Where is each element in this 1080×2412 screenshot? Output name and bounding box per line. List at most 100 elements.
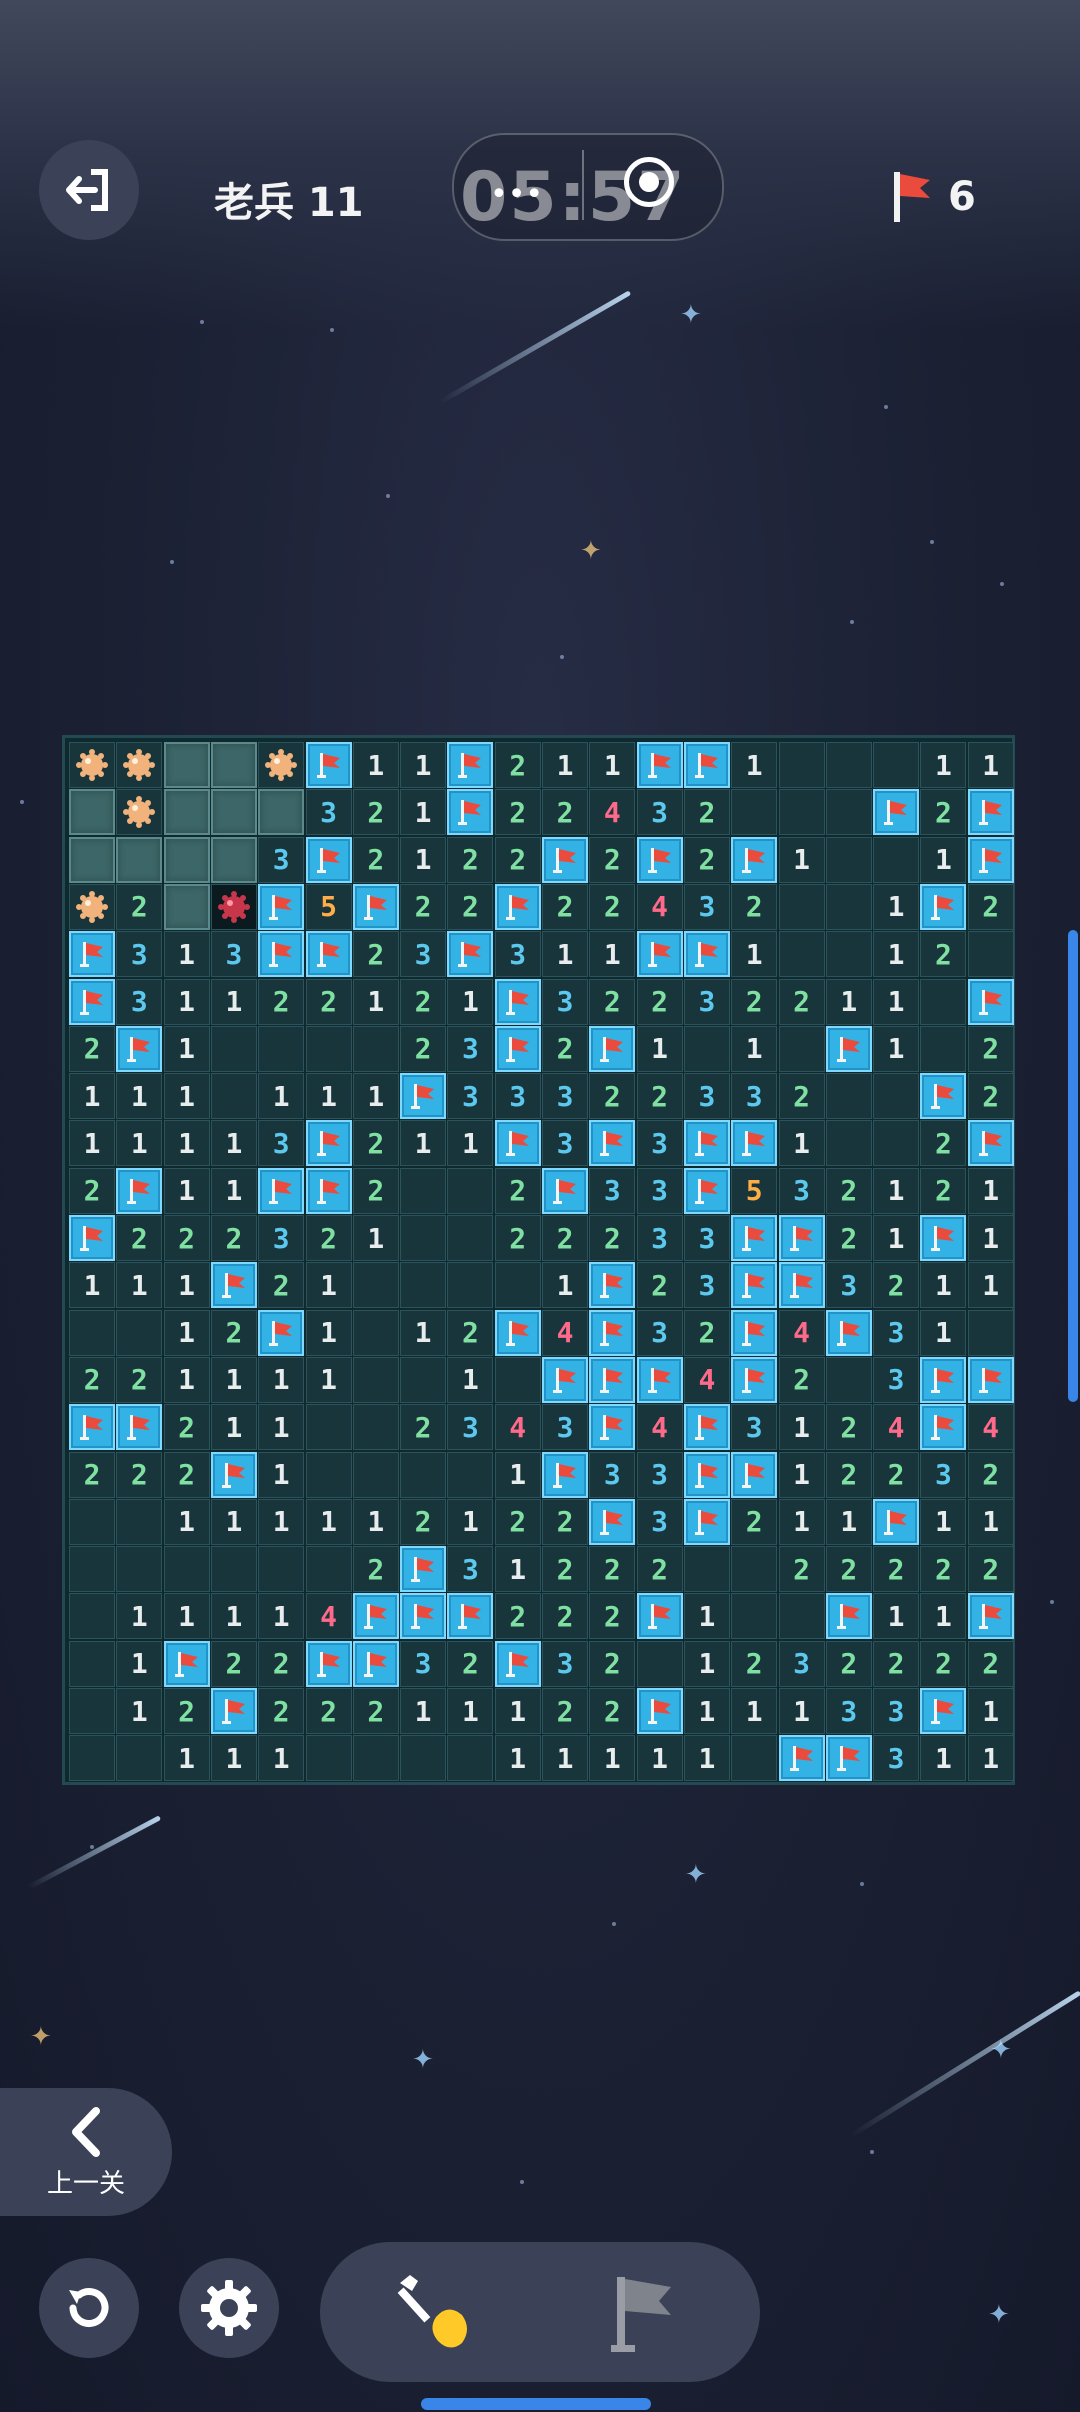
- flagged-cell[interactable]: [494, 1309, 541, 1356]
- number-cell[interactable]: 1: [873, 1215, 920, 1261]
- number-cell[interactable]: 1: [116, 1262, 163, 1309]
- pause-dots-icon[interactable]: •••: [490, 177, 543, 212]
- empty-cell[interactable]: [494, 1356, 541, 1403]
- number-cell[interactable]: 2: [683, 836, 730, 883]
- number-cell[interactable]: 2: [494, 789, 541, 836]
- flagged-cell[interactable]: [116, 1167, 163, 1214]
- number-cell[interactable]: 2: [163, 1404, 210, 1451]
- record-icon[interactable]: [624, 157, 674, 207]
- number-cell[interactable]: 3: [494, 1073, 541, 1120]
- number-cell[interactable]: 2: [69, 1451, 115, 1498]
- empty-cell[interactable]: [731, 1593, 778, 1640]
- empty-cell[interactable]: [400, 1356, 447, 1403]
- flagged-cell[interactable]: [683, 1498, 730, 1545]
- empty-cell[interactable]: [731, 1735, 778, 1782]
- number-cell[interactable]: 3: [683, 978, 730, 1025]
- number-cell[interactable]: 1: [967, 1688, 1014, 1734]
- number-cell[interactable]: 2: [825, 1640, 872, 1687]
- flagged-cell[interactable]: [731, 1309, 778, 1356]
- number-cell[interactable]: 3: [258, 836, 305, 883]
- number-cell[interactable]: 2: [636, 978, 683, 1025]
- number-cell[interactable]: 1: [920, 1498, 967, 1545]
- number-cell[interactable]: 2: [400, 883, 447, 930]
- empty-cell[interactable]: [825, 1073, 872, 1120]
- number-cell[interactable]: 3: [589, 1167, 636, 1214]
- number-cell[interactable]: 2: [920, 931, 967, 978]
- number-cell[interactable]: 2: [69, 1356, 115, 1403]
- dig-tool-button[interactable]: [380, 2262, 490, 2362]
- home-indicator[interactable]: [421, 2398, 651, 2410]
- number-cell[interactable]: 4: [683, 1356, 730, 1403]
- scroll-indicator[interactable]: [1068, 930, 1078, 1402]
- number-cell[interactable]: 2: [542, 1688, 588, 1734]
- empty-cell[interactable]: [447, 1262, 494, 1309]
- empty-cell[interactable]: [920, 1025, 967, 1072]
- number-cell[interactable]: 2: [778, 1073, 825, 1120]
- empty-cell[interactable]: [683, 1025, 730, 1072]
- number-cell[interactable]: 2: [636, 1262, 683, 1309]
- restart-button[interactable]: [39, 2258, 139, 2358]
- number-cell[interactable]: 1: [116, 1640, 163, 1687]
- empty-cell[interactable]: [825, 742, 872, 788]
- number-cell[interactable]: 2: [352, 1120, 399, 1167]
- number-cell[interactable]: 3: [542, 1120, 588, 1167]
- number-cell[interactable]: 2: [352, 1167, 399, 1214]
- number-cell[interactable]: 1: [920, 836, 967, 883]
- empty-cell[interactable]: [825, 883, 872, 930]
- number-cell[interactable]: 1: [494, 1735, 541, 1782]
- flagged-cell[interactable]: [683, 1451, 730, 1498]
- number-cell[interactable]: 4: [589, 789, 636, 836]
- empty-cell[interactable]: [873, 742, 920, 788]
- number-cell[interactable]: 2: [447, 1309, 494, 1356]
- number-cell[interactable]: 2: [589, 836, 636, 883]
- number-cell[interactable]: 2: [542, 883, 588, 930]
- flagged-cell[interactable]: [69, 931, 115, 978]
- flagged-cell[interactable]: [210, 1451, 257, 1498]
- number-cell[interactable]: 1: [967, 1167, 1014, 1214]
- empty-cell[interactable]: [778, 1593, 825, 1640]
- number-cell[interactable]: 3: [589, 1451, 636, 1498]
- number-cell[interactable]: 3: [873, 1688, 920, 1734]
- mine-cell[interactable]: [116, 789, 163, 836]
- hidden-cell[interactable]: [69, 789, 115, 836]
- empty-cell[interactable]: [447, 1167, 494, 1214]
- empty-cell[interactable]: [731, 789, 778, 836]
- number-cell[interactable]: 4: [305, 1593, 352, 1640]
- number-cell[interactable]: 2: [305, 1688, 352, 1734]
- number-cell[interactable]: 1: [163, 1735, 210, 1782]
- flagged-cell[interactable]: [352, 883, 399, 930]
- flagged-cell[interactable]: [731, 1262, 778, 1309]
- empty-cell[interactable]: [731, 1546, 778, 1593]
- number-cell[interactable]: 3: [731, 1404, 778, 1451]
- flagged-cell[interactable]: [589, 1404, 636, 1451]
- number-cell[interactable]: 2: [447, 836, 494, 883]
- flag-tool-button[interactable]: [590, 2262, 700, 2362]
- number-cell[interactable]: 2: [920, 1120, 967, 1167]
- number-cell[interactable]: 1: [920, 1262, 967, 1309]
- flagged-cell[interactable]: [636, 742, 683, 788]
- flagged-cell[interactable]: [258, 1309, 305, 1356]
- number-cell[interactable]: 1: [163, 1356, 210, 1403]
- number-cell[interactable]: 2: [494, 1167, 541, 1214]
- number-cell[interactable]: 3: [873, 1356, 920, 1403]
- number-cell[interactable]: 3: [447, 1073, 494, 1120]
- flagged-cell[interactable]: [447, 742, 494, 788]
- number-cell[interactable]: 2: [873, 1640, 920, 1687]
- hidden-cell[interactable]: [116, 836, 163, 883]
- mine-cell[interactable]: [69, 883, 115, 930]
- number-cell[interactable]: 1: [494, 1451, 541, 1498]
- number-cell[interactable]: 1: [352, 1073, 399, 1120]
- number-cell[interactable]: 2: [542, 1546, 588, 1593]
- empty-cell[interactable]: [400, 1215, 447, 1261]
- number-cell[interactable]: 1: [778, 1404, 825, 1451]
- empty-cell[interactable]: [825, 789, 872, 836]
- flagged-cell[interactable]: [116, 1404, 163, 1451]
- mine-cell[interactable]: [69, 742, 115, 788]
- number-cell[interactable]: 1: [258, 1498, 305, 1545]
- number-cell[interactable]: 2: [400, 1404, 447, 1451]
- number-cell[interactable]: 3: [636, 1451, 683, 1498]
- empty-cell[interactable]: [210, 1073, 257, 1120]
- number-cell[interactable]: 2: [258, 978, 305, 1025]
- flagged-cell[interactable]: [494, 1025, 541, 1072]
- number-cell[interactable]: 1: [352, 1215, 399, 1261]
